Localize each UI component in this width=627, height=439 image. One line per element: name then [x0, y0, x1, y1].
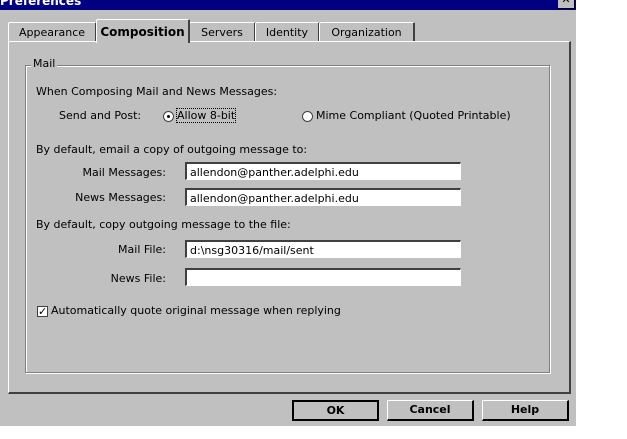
tab-composition[interactable]: Composition	[96, 19, 190, 43]
tab-appearance[interactable]: Appearance	[8, 22, 97, 42]
mime-compliant-label[interactable]: Mime Compliant (Quoted Printable)	[316, 109, 511, 122]
mail-messages-label: Mail Messages:	[82, 166, 167, 179]
news-file-label: News File:	[110, 272, 166, 285]
help-button[interactable]: Help	[482, 400, 569, 421]
allow-8bit-radio[interactable]	[163, 111, 174, 122]
ok-button[interactable]: OK	[292, 400, 379, 421]
auto-quote-checkbox[interactable]: ✓	[37, 306, 48, 317]
mail-file-field[interactable]: d:\nsg30316/mail/sent	[185, 240, 461, 258]
email-copy-heading: By default, email a copy of outgoing mes…	[36, 143, 308, 156]
mail-file-label: Mail File:	[118, 243, 166, 256]
news-messages-label: News Messages:	[75, 191, 166, 204]
news-messages-field[interactable]: allendon@panther.adelphi.edu	[185, 188, 461, 206]
auto-quote-label[interactable]: Automatically quote original message whe…	[51, 304, 341, 317]
preferences-dialog: Preferences ✕ Appearance Composition Ser…	[0, 0, 576, 426]
title-bar: Preferences ✕	[0, 0, 576, 10]
close-button[interactable]: ✕	[558, 0, 575, 9]
send-post-label: Send and Post:	[59, 109, 142, 122]
allow-8bit-label[interactable]: Allow 8-bit	[175, 108, 237, 123]
mime-compliant-radio[interactable]	[302, 111, 313, 122]
cancel-button[interactable]: Cancel	[387, 400, 474, 421]
tab-identity[interactable]: Identity	[255, 22, 320, 42]
tab-servers[interactable]: Servers	[189, 22, 256, 42]
close-icon: ✕	[561, 0, 570, 6]
file-copy-heading: By default, copy outgoing message to the…	[36, 218, 291, 231]
compose-heading: When Composing Mail and News Messages:	[36, 85, 278, 98]
mail-messages-field[interactable]: allendon@panther.adelphi.edu	[185, 162, 461, 180]
tab-organization[interactable]: Organization	[319, 22, 415, 42]
news-file-field[interactable]	[185, 268, 461, 286]
mail-group-legend: Mail	[31, 57, 58, 70]
window-title: Preferences	[0, 0, 82, 8]
